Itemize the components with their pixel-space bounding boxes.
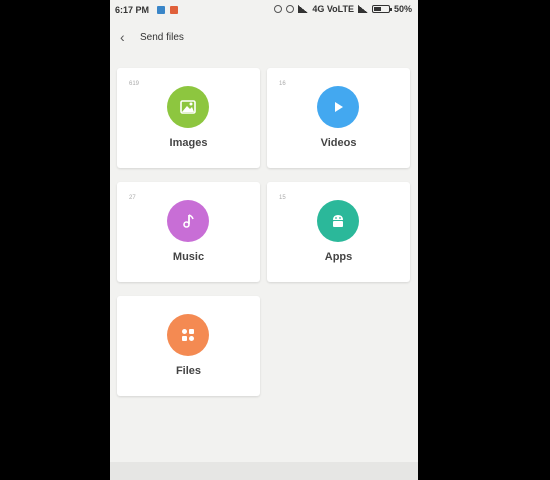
android-icon (333, 215, 343, 227)
network-label: 4G VoLTE (312, 4, 354, 14)
status-bar: 6:17 PM 4G VoLTE 50% (110, 0, 418, 20)
alarm-icon (286, 5, 295, 13)
item-count: 15 (279, 195, 286, 201)
item-count: 619 (129, 81, 140, 87)
battery-percent: 50% (393, 4, 412, 14)
category-label: Images (169, 137, 208, 149)
signal-icon (298, 5, 309, 13)
category-label: Music (172, 251, 205, 263)
app-header: ‹ Send files (110, 26, 418, 50)
category-label: Files (175, 365, 202, 377)
phone-screen: 6:17 PM 4G VoLTE 50% ‹ Send files 619 Im… (110, 0, 418, 480)
play-icon (335, 102, 343, 112)
navigation-bar (110, 462, 418, 480)
item-count: 16 (279, 81, 286, 87)
signal-icon (357, 5, 368, 13)
category-card-apps[interactable]: 15 Apps (267, 182, 410, 282)
category-card-files[interactable]: Files (117, 296, 260, 396)
battery-icon (371, 5, 392, 13)
image-icon (180, 100, 196, 114)
category-icon-circle (317, 200, 359, 242)
sync-icon (274, 5, 283, 13)
grid-icon (182, 329, 194, 341)
status-time: 6:17 PM (115, 5, 150, 15)
category-card-images[interactable]: 619 Images (117, 68, 260, 168)
category-icon-circle (317, 86, 359, 128)
category-card-videos[interactable]: 16 Videos (267, 68, 410, 168)
notification-icon (170, 6, 178, 14)
category-label: Apps (324, 251, 353, 263)
category-icon-circle (167, 200, 209, 242)
page-title: Send files (140, 32, 184, 43)
chevron-left-icon[interactable]: ‹ (120, 30, 125, 44)
music-note-icon (183, 214, 194, 228)
category-label: Videos (320, 137, 357, 149)
category-icon-circle (167, 314, 209, 356)
category-card-music[interactable]: 27 Music (117, 182, 260, 282)
notification-icon (157, 6, 165, 14)
category-icon-circle (167, 86, 209, 128)
item-count: 27 (129, 195, 136, 201)
